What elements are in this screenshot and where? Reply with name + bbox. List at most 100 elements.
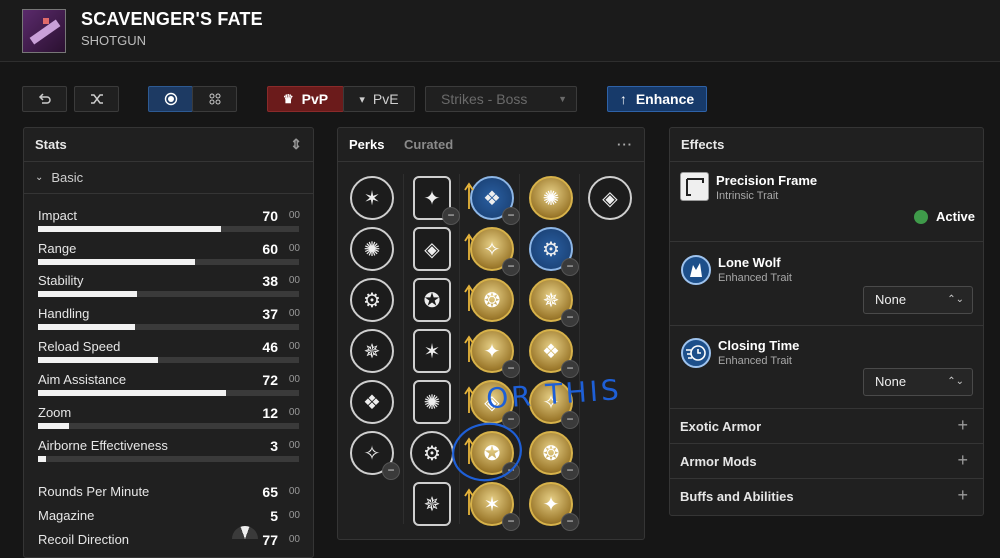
enhance-button[interactable]: ↑ Enhance — [607, 86, 707, 112]
perk-option-icon[interactable]: ✵ — [350, 329, 394, 373]
plus-icon: + — [957, 415, 968, 435]
perk-option-icon[interactable]: ✶ — [413, 329, 451, 373]
exotic-armor-label: Exotic Armor — [680, 419, 762, 434]
perk-option-icon[interactable]: ✪ — [413, 278, 451, 322]
perk-glyph: ✵ — [363, 340, 381, 363]
stat-name: Magazine — [38, 508, 95, 523]
pve-button[interactable]: ▾ PvE — [343, 86, 415, 112]
perk-glyph: ❖ — [483, 187, 501, 210]
buffs-abilities-section[interactable]: Buffs and Abilities + — [669, 478, 984, 513]
perk-option-icon[interactable]: ⚙ — [350, 278, 394, 322]
remove-perk-button[interactable]: − — [561, 309, 579, 327]
plus-icon: + — [957, 450, 968, 470]
remove-perk-button[interactable]: − — [502, 258, 520, 276]
stat-value: 38 — [262, 273, 278, 289]
stat-value: 77 — [262, 532, 278, 548]
chevron-down-icon: ▼ — [558, 94, 567, 104]
perk-option-icon[interactable]: ❂ — [470, 278, 514, 322]
randomize-button[interactable] — [74, 86, 119, 112]
intrinsic-trait-subtitle: Intrinsic Trait — [716, 190, 779, 202]
column-divider — [403, 174, 404, 524]
perk-option-icon[interactable]: ✺ — [413, 380, 451, 424]
stat-name: Aim Assistance — [38, 372, 127, 387]
remove-perk-button[interactable]: − — [442, 207, 460, 225]
perk-option-icon[interactable]: ✺ — [529, 176, 573, 220]
tab-perks[interactable]: Perks — [349, 137, 384, 152]
stat-bar — [38, 456, 299, 462]
stat-bar — [38, 259, 299, 265]
divider — [669, 325, 984, 326]
perk-option-icon[interactable]: ✶ — [350, 176, 394, 220]
perk-glyph: ✦ — [423, 187, 441, 210]
remove-perk-button[interactable]: − — [502, 207, 520, 225]
stat-bar — [38, 291, 299, 297]
perk-option-icon[interactable]: ◈ — [588, 176, 632, 220]
undo-button[interactable] — [22, 86, 67, 112]
pvp-button[interactable]: ♛ PvP — [267, 86, 344, 112]
pve-emblem-icon: ▾ — [359, 93, 365, 106]
basic-section-toggle[interactable]: ⌄ Basic — [24, 162, 313, 194]
plus-icon: + — [957, 485, 968, 505]
perk-glyph: ❖ — [542, 340, 560, 363]
stats-title: Stats — [35, 137, 67, 152]
chevron-down-icon: ⌄ — [35, 172, 44, 183]
perk-glyph: ✺ — [423, 391, 441, 414]
perk-glyph: ⚙ — [363, 289, 381, 312]
weapon-title: SCAVENGER'S FATE — [81, 9, 263, 29]
remove-perk-button[interactable]: − — [561, 258, 579, 276]
perk-glyph: ✧ — [363, 442, 381, 465]
perk-glyph: ✵ — [542, 289, 560, 312]
stat-suffix: 00 — [288, 243, 300, 254]
enhance-arrow-icon — [464, 335, 474, 362]
annotation-text: OR THIS — [485, 373, 623, 415]
stat-name: Impact — [38, 208, 78, 223]
stat-bar-fill — [38, 357, 159, 363]
weapon-type: SHOTGUN — [81, 33, 146, 48]
stat-bar-fill — [38, 423, 70, 429]
recoil-direction-icon — [232, 526, 258, 539]
perk-glyph: ✺ — [363, 238, 381, 261]
activity-select[interactable]: Strikes - Boss ▼ — [425, 86, 577, 112]
activity-select-value: Strikes - Boss — [441, 91, 528, 107]
shuffle-icon — [90, 94, 103, 104]
perk-option-icon[interactable]: ◈ — [413, 227, 451, 271]
enhance-arrow-icon — [464, 488, 474, 515]
stat-bar — [38, 324, 299, 330]
stat-suffix: 00 — [288, 486, 300, 497]
view-single-button[interactable] — [148, 86, 193, 112]
perk-glyph: ✵ — [423, 493, 441, 516]
lone-wolf-icon — [681, 255, 711, 285]
stat-bar-fill — [38, 390, 226, 396]
more-options-icon[interactable]: ··· — [617, 137, 633, 152]
stat-suffix: 00 — [288, 510, 300, 521]
perk-glyph: ✶ — [423, 340, 441, 363]
perk-option-icon[interactable]: ✵ — [413, 482, 451, 526]
view-grid-button[interactable] — [192, 86, 237, 112]
trait-2-select-value: None — [875, 374, 907, 389]
remove-perk-button[interactable]: − — [382, 462, 400, 480]
perk-option-icon[interactable]: ✺ — [350, 227, 394, 271]
stat-value: 3 — [270, 438, 278, 454]
tab-curated[interactable]: Curated — [404, 137, 453, 152]
undo-icon — [38, 93, 51, 104]
exotic-armor-section[interactable]: Exotic Armor + — [669, 408, 984, 443]
buffs-abilities-label: Buffs and Abilities — [680, 489, 794, 504]
perk-option-icon[interactable]: ❖ — [350, 380, 394, 424]
perk-glyph: ✦ — [542, 493, 560, 516]
armor-mods-section[interactable]: Armor Mods + — [669, 443, 984, 478]
remove-perk-button[interactable]: − — [561, 513, 579, 531]
circle-dot-icon — [164, 92, 177, 106]
stat-suffix: 00 — [288, 534, 300, 545]
weapon-icon — [22, 9, 66, 53]
perk-glyph: ◈ — [424, 238, 440, 261]
intrinsic-trait-name: Precision Frame — [716, 173, 818, 188]
trait-2-select[interactable]: None ⌃⌄ — [863, 368, 973, 396]
trait-1-select[interactable]: None ⌃⌄ — [863, 286, 973, 314]
stat-suffix: 00 — [288, 341, 300, 352]
stat-bar-fill — [38, 456, 46, 462]
enhance-arrow-icon — [464, 233, 474, 260]
stat-suffix: 00 — [288, 210, 300, 221]
remove-perk-button[interactable]: − — [502, 513, 520, 531]
collapse-vertical-icon[interactable]: ⇕ — [290, 136, 302, 153]
perk-option-icon[interactable]: ⚙ — [410, 431, 454, 475]
